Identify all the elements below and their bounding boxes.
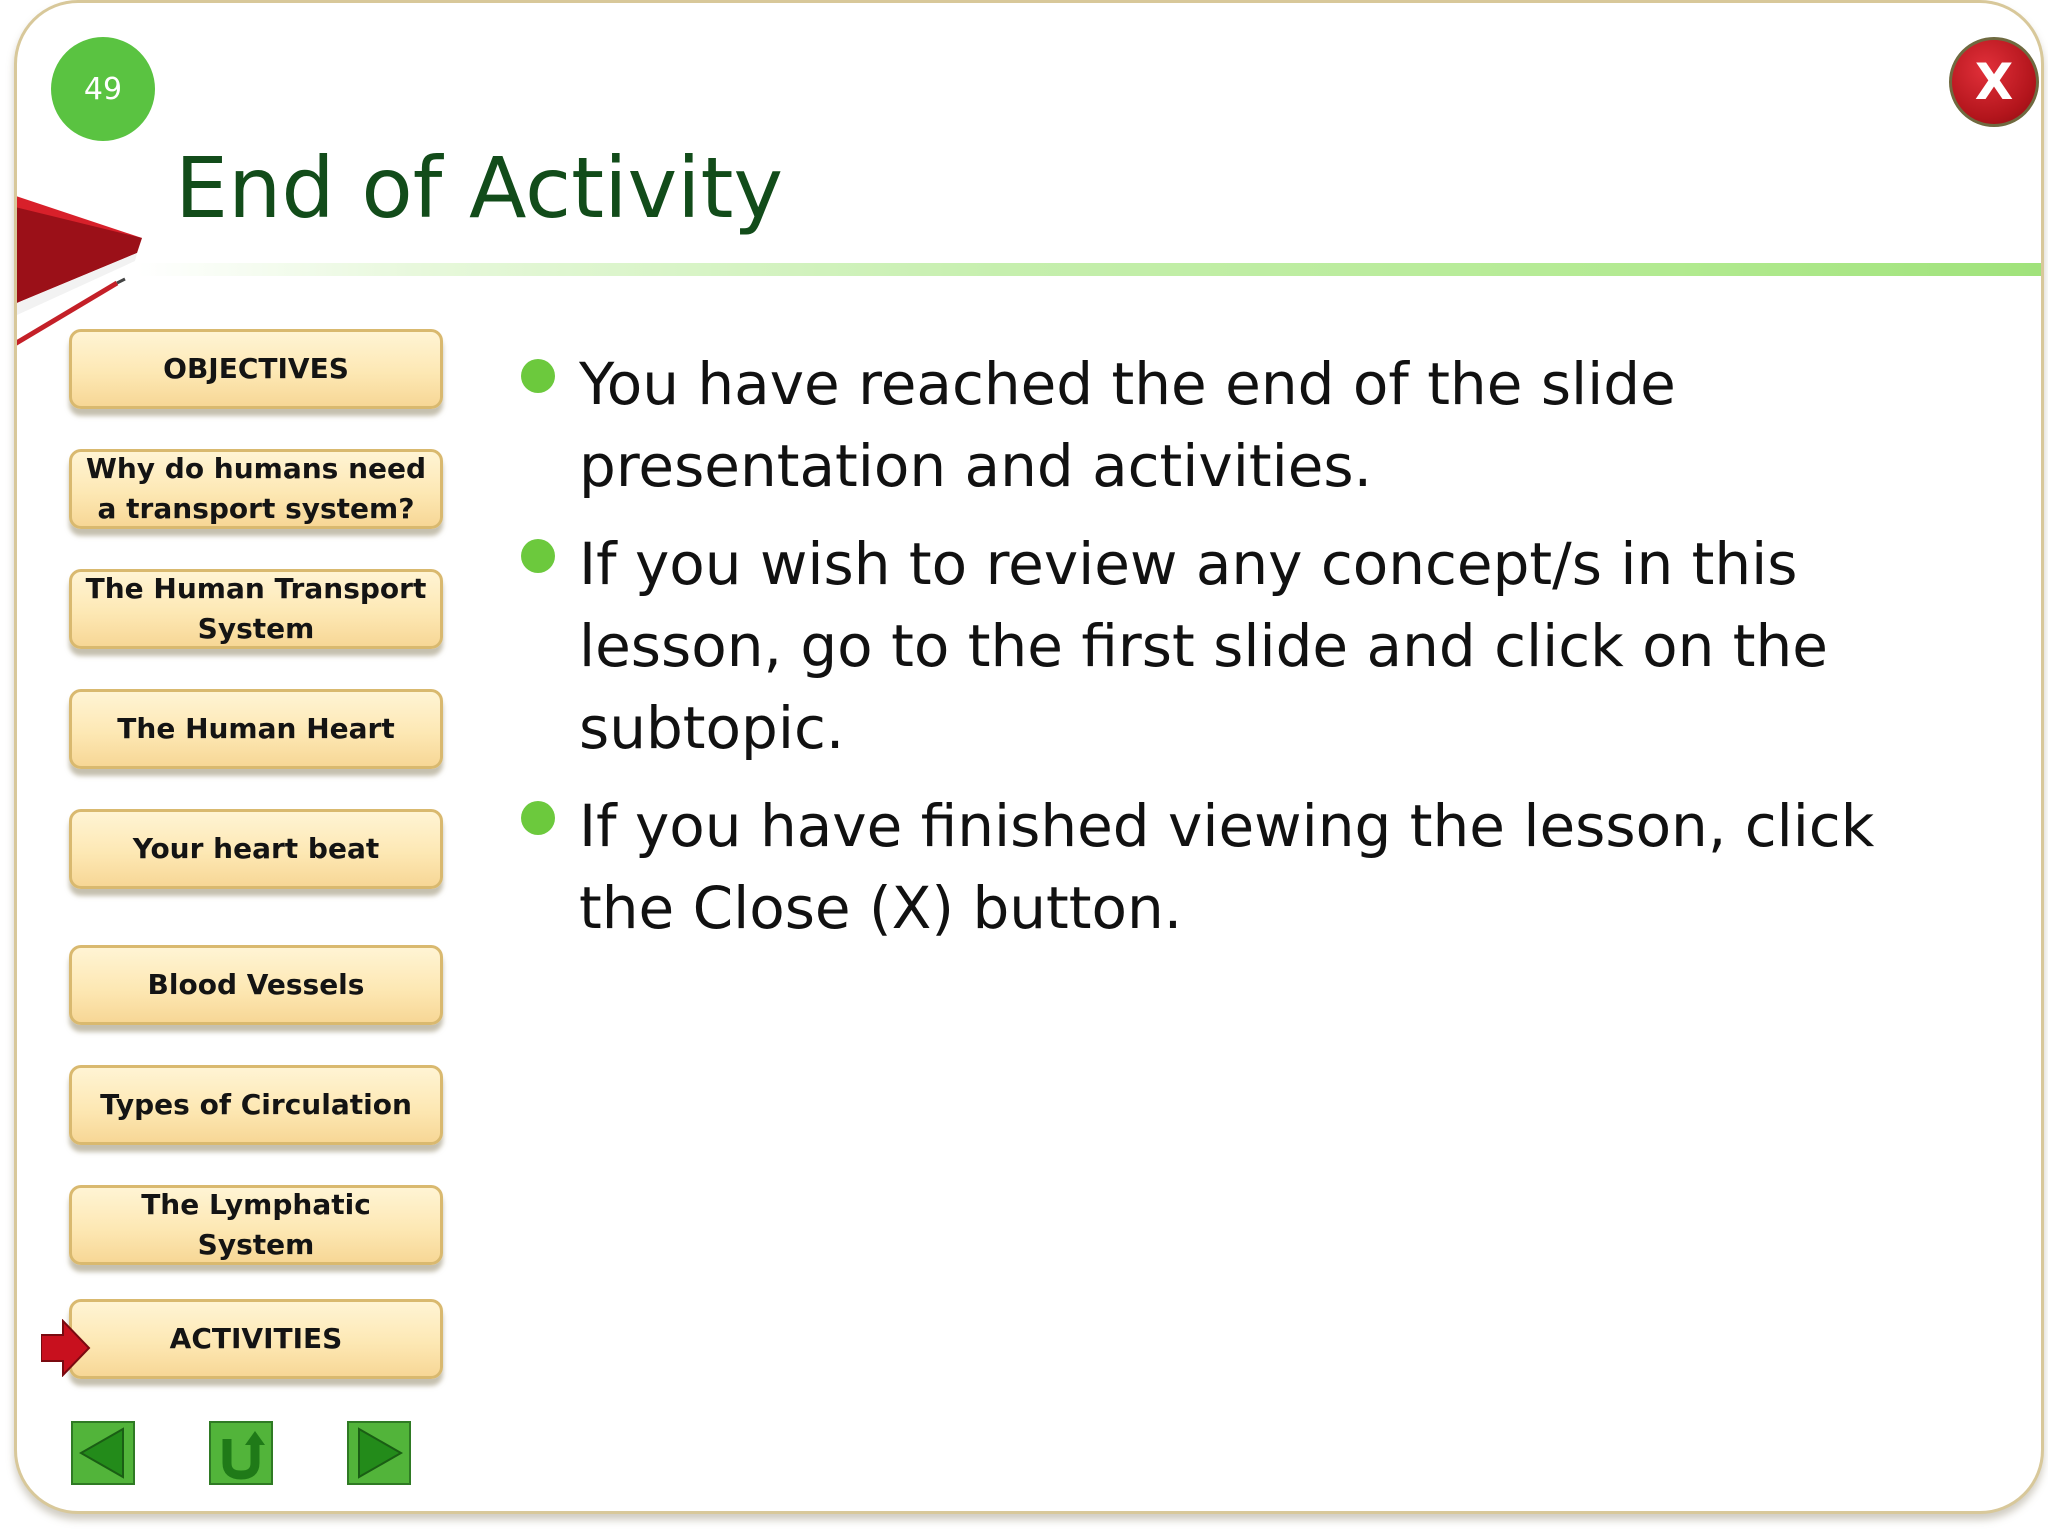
nav-button-label: Why do humans need a transport system? — [85, 452, 427, 525]
nav-button-human-transport-system[interactable]: The Human Transport System — [69, 569, 443, 649]
bullet-text: You have reached the end of the slide pr… — [579, 350, 1676, 500]
next-button[interactable] — [347, 1421, 411, 1485]
nav-button-heart-beat[interactable]: Your heart beat — [69, 809, 443, 889]
title-underline — [137, 263, 2041, 276]
nav-button-label: ACTIVITIES — [169, 1322, 343, 1355]
bullet-item: If you have finished viewing the lesson,… — [517, 785, 1937, 949]
nav-button-human-heart[interactable]: The Human Heart — [69, 689, 443, 769]
nav-button-objectives[interactable]: OBJECTIVES — [69, 329, 443, 409]
nav-button-blood-vessels[interactable]: Blood Vessels — [69, 945, 443, 1025]
page-number-badge: 49 — [51, 37, 155, 141]
nav-button-why-transport[interactable]: Why do humans need a transport system? — [69, 449, 443, 529]
current-section-arrow-icon — [41, 1319, 91, 1377]
bullet-dot-icon — [521, 801, 555, 835]
close-button[interactable]: X — [1949, 37, 2039, 127]
return-button[interactable] — [209, 1421, 273, 1485]
nav-button-label: Your heart beat — [132, 832, 380, 865]
bullet-list: You have reached the end of the slide pr… — [517, 343, 1937, 965]
nav-button-label: The Human Transport System — [85, 572, 427, 645]
bullet-text: If you have finished viewing the lesson,… — [579, 792, 1875, 942]
nav-button-types-of-circulation[interactable]: Types of Circulation — [69, 1065, 443, 1145]
bullet-item: You have reached the end of the slide pr… — [517, 343, 1937, 507]
nav-button-activities[interactable]: ACTIVITIES — [69, 1299, 443, 1379]
page-title: End of Activity — [175, 139, 784, 237]
bullet-dot-icon — [521, 359, 555, 393]
nav-button-label: The Lymphatic System — [141, 1188, 371, 1261]
nav-button-label: OBJECTIVES — [163, 352, 349, 385]
bullet-dot-icon — [521, 539, 555, 573]
slide-frame: 49 X End of Activity OBJECTIVES Why do h… — [14, 0, 2044, 1514]
nav-button-lymphatic-system[interactable]: The Lymphatic System — [69, 1185, 443, 1265]
nav-button-label: Blood Vessels — [147, 968, 365, 1001]
bullet-text: If you wish to review any concept/s in t… — [579, 530, 1828, 762]
back-button[interactable] — [71, 1421, 135, 1485]
bullet-item: If you wish to review any concept/s in t… — [517, 523, 1937, 769]
close-icon: X — [1974, 53, 2014, 111]
page-number: 49 — [83, 71, 123, 107]
nav-button-label: Types of Circulation — [100, 1088, 412, 1121]
nav-button-label: The Human Heart — [117, 712, 395, 745]
